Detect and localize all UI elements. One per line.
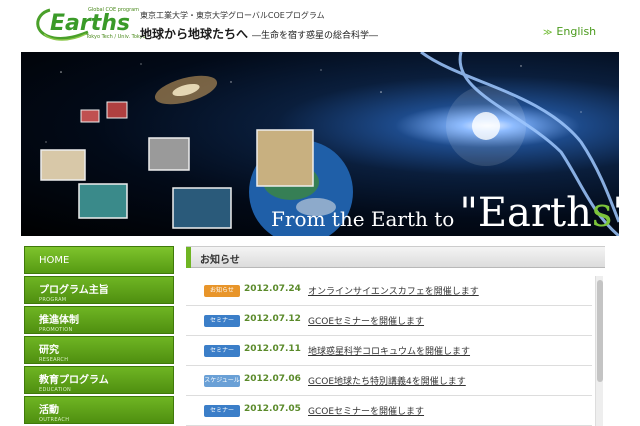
hero-banner: From the Earth to "Earths" [21, 52, 619, 236]
banner-title-big-close: " [612, 190, 619, 236]
news-link[interactable]: GCOEセミナーを開催します [308, 314, 424, 327]
news-date: 2012.07.06 [244, 374, 301, 384]
photo-tile [172, 187, 232, 229]
sidebar-item-outreach[interactable]: 活動 OUTREACH [24, 396, 174, 424]
photo-tile [78, 183, 128, 219]
program-line: 東京工業大学・東京大学グローバルCOEプログラム [140, 11, 325, 20]
photo-tile [40, 149, 86, 181]
vitruvian-man-tile [256, 129, 314, 187]
sidebar-item-research[interactable]: 研究 RESEARCH [24, 336, 174, 364]
earths-logo[interactable]: Global COE program Earths Tokyo Tech / U… [30, 4, 146, 44]
news-link[interactable]: GCOEセミナーを開催します [308, 404, 424, 417]
news-date: 2012.07.11 [244, 344, 301, 354]
sidebar-item-label: 教育プログラム [39, 375, 109, 386]
site-tagline: 地球から地球たちへ ―生命を宿す惑星の総合科学― [140, 23, 378, 42]
category-badge: セミナー [204, 345, 240, 357]
category-badge: スケジュール [204, 375, 240, 387]
logo-word: Earths [50, 11, 130, 36]
sidebar-item-sublabel: PROGRAM [39, 297, 67, 303]
news-date: 2012.07.05 [244, 404, 301, 414]
tagline-main: 地球から地球たちへ [140, 27, 249, 41]
news-link[interactable]: オンラインサイエンスカフェを開催します [308, 284, 479, 297]
sidebar-item-label: 推進体制 [39, 315, 79, 326]
banner-title-big-open: "Earth [459, 190, 592, 236]
news-row: お知らせ 2012.07.24 オンラインサイエンスカフェを開催します [186, 276, 592, 306]
sidebar-item-sublabel: OUTREACH [39, 417, 70, 423]
news-scrollbar-thumb[interactable] [597, 280, 603, 382]
sidebar-item-label: 研究 [39, 345, 59, 356]
sidebar-item-label: HOME [39, 255, 70, 266]
news-link[interactable]: GCOE地球たち特別講義4を開催します [308, 374, 466, 387]
photo-tile [80, 109, 100, 123]
double-chevron-right-icon: ≫ [543, 28, 553, 38]
english-link-label: English [556, 25, 597, 38]
news-panel: お知らせ お知らせ 2012.07.24 オンラインサイエンスカフェを開催します… [186, 246, 605, 426]
english-link[interactable]: ≫ English [543, 25, 596, 38]
tagline-sub: ―生命を宿す惑星の総合科学― [252, 31, 379, 41]
news-list: お知らせ 2012.07.24 オンラインサイエンスカフェを開催します セミナー… [186, 276, 592, 426]
photo-tile [148, 137, 190, 171]
news-row: セミナー 2012.07.05 GCOEセミナーを開催します [186, 396, 592, 426]
category-badge: セミナー [204, 315, 240, 327]
news-header-accent [186, 247, 191, 268]
news-row: セミナー 2012.07.12 GCOEセミナーを開催します [186, 306, 592, 336]
news-scrollbar[interactable] [595, 276, 603, 426]
news-row: セミナー 2012.07.11 地球惑星科学コロキュウムを開催します [186, 336, 592, 366]
sidebar-nav: HOME プログラム主旨 PROGRAM 推進体制 PROMOTION 研究 R… [24, 246, 174, 426]
news-row: スケジュール 2012.07.06 GCOE地球たち特別講義4を開催します [186, 366, 592, 396]
sidebar-item-label: プログラム主旨 [39, 285, 109, 296]
logo-sub-text: Tokyo Tech / Univ. Tokyo [86, 34, 146, 40]
sidebar-item-label: 活動 [39, 405, 59, 416]
category-badge: お知らせ [204, 285, 240, 297]
sidebar-item-sublabel: EDUCATION [39, 387, 72, 393]
sidebar-item-education[interactable]: 教育プログラム EDUCATION [24, 366, 174, 394]
news-date: 2012.07.24 [244, 284, 301, 294]
photo-tile [106, 101, 128, 119]
sidebar-item-program[interactable]: プログラム主旨 PROGRAM [24, 276, 174, 304]
banner-title-small: From the Earth to [271, 207, 455, 231]
category-badge: セミナー [204, 405, 240, 417]
news-date: 2012.07.12 [244, 314, 301, 324]
banner-title-big-green: s [591, 190, 613, 236]
sidebar-item-promotion[interactable]: 推進体制 PROMOTION [24, 306, 174, 334]
news-header: お知らせ [186, 246, 605, 268]
sidebar-item-sublabel: RESEARCH [39, 357, 69, 363]
banner-title: From the Earth to "Earths" [271, 190, 619, 236]
site-header: Global COE program Earths Tokyo Tech / U… [0, 0, 640, 44]
sidebar-item-sublabel: PROMOTION [39, 327, 73, 333]
news-link[interactable]: 地球惑星科学コロキュウムを開催します [308, 344, 470, 357]
sidebar-item-home[interactable]: HOME [24, 246, 174, 274]
news-title: お知らせ [200, 255, 240, 266]
